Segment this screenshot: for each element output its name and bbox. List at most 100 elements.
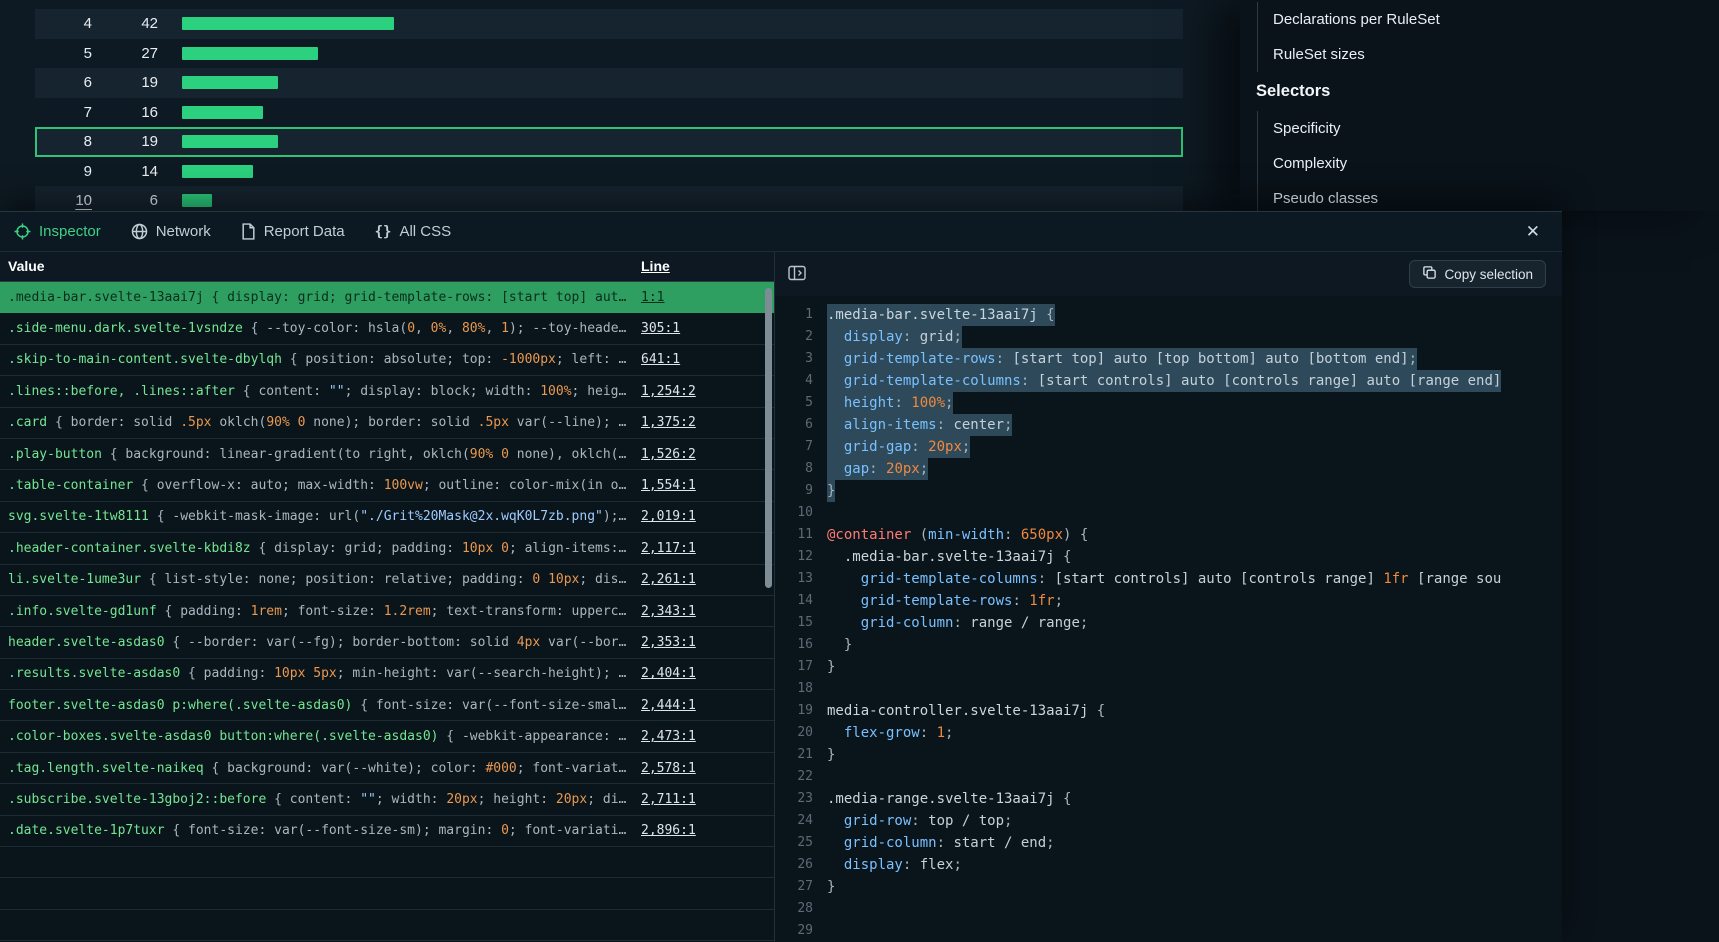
sidebar-item[interactable]: Pseudo classes [1258, 181, 1719, 211]
target-icon [14, 223, 31, 240]
line-link[interactable]: 1,526:2 [641, 447, 696, 462]
ruleset-table-pane: Value Line .media-bar.svelte-13aai7j { d… [0, 252, 775, 942]
line-number: 6 [785, 414, 827, 436]
line-link[interactable]: 641:1 [641, 352, 680, 367]
code-pane[interactable]: Copy selection 1.media-bar.svelte-13aai7… [775, 252, 1562, 942]
toggle-panel-icon[interactable] [788, 265, 806, 281]
tab-label: Report Data [264, 223, 345, 240]
line-link[interactable]: 2,404:1 [641, 666, 696, 681]
ruleset-table-row[interactable]: svg.svelte-1tw8111 { -webkit-mask-image:… [0, 502, 774, 533]
sidebar-item[interactable]: Complexity [1258, 146, 1719, 181]
tab-inspector[interactable]: Inspector [14, 223, 101, 240]
ruleset-table-row[interactable] [0, 910, 774, 941]
line-link[interactable]: 1,554:1 [641, 478, 696, 493]
line-link[interactable]: 1:1 [641, 290, 664, 305]
ruleset-table-row[interactable]: header.svelte-asdas0 { --border: var(--f… [0, 627, 774, 658]
sidebar-item[interactable]: Specificity [1258, 111, 1719, 146]
code-line: 27} [775, 876, 1562, 898]
line-number: 3 [785, 348, 827, 370]
ruleset-table-row[interactable]: .tag.length.svelte-naikeq { background: … [0, 753, 774, 784]
line-number: 12 [785, 546, 827, 568]
table-scrollbar-thumb[interactable] [765, 288, 772, 588]
value-column-header[interactable]: Value [8, 258, 45, 274]
line-link[interactable]: 2,711:1 [641, 792, 696, 807]
copy-label: Copy selection [1444, 267, 1533, 282]
inspector-body: Value Line .media-bar.svelte-13aai7j { d… [0, 252, 1562, 942]
code-text: .media-bar.svelte-13aai7j { [827, 304, 1055, 326]
ruleset-count-label: 19 [92, 133, 158, 150]
line-link[interactable]: 2,578:1 [641, 761, 696, 776]
line-link[interactable]: 2,353:1 [641, 635, 696, 650]
ruleset-value: .play-button { background: linear-gradie… [8, 447, 633, 462]
line-number: 17 [785, 656, 827, 678]
ruleset-table-row[interactable]: .color-boxes.svelte-asdas0 button:where(… [0, 721, 774, 752]
tab-network[interactable]: Network [131, 223, 211, 240]
ruleset-table-row[interactable]: .skip-to-main-content.svelte-dbylqh { po… [0, 345, 774, 376]
line-number: 21 [785, 744, 827, 766]
ruleset-table-row[interactable]: li.svelte-1ume3ur { list-style: none; po… [0, 565, 774, 596]
sidebar-item[interactable]: RuleSet sizes [1258, 37, 1719, 72]
ruleset-table-row[interactable]: .lines::before, .lines::after { content:… [0, 376, 774, 407]
code-line: 11@container (min-width: 650px) { [775, 524, 1562, 546]
line-link[interactable]: 1,375:2 [641, 415, 696, 430]
count-bar [182, 76, 278, 89]
code-text: @container (min-width: 650px) { [827, 524, 1088, 546]
app-root: 442527619716819914106 Declarations per R… [0, 0, 1719, 942]
copy-selection-button[interactable]: Copy selection [1409, 260, 1546, 288]
ruleset-count-label: 6 [92, 192, 158, 209]
ruleset-count-label: 16 [92, 104, 158, 121]
count-bar [182, 106, 263, 119]
tab-report-data[interactable]: Report Data [241, 223, 345, 240]
line-column-header[interactable]: Line [641, 258, 670, 274]
chart-row[interactable]: 106 [35, 186, 1183, 211]
chart-row[interactable]: 819 [35, 127, 1183, 157]
line-link[interactable]: 2,444:1 [641, 698, 696, 713]
bar-track [182, 165, 1183, 178]
ruleset-value: .card { border: solid .5px oklch(90% 0 n… [8, 415, 633, 430]
line-link[interactable]: 2,896:1 [641, 823, 696, 838]
line-link[interactable]: 2,019:1 [641, 509, 696, 524]
line-number: 13 [785, 568, 827, 590]
code-line: 6 align-items: center; [775, 414, 1562, 436]
code-text: gap: 20px; [827, 458, 928, 480]
line-cell: 305:1 [641, 321, 680, 336]
ruleset-table-row[interactable]: .date.svelte-1p7tuxr { font-size: var(--… [0, 816, 774, 847]
sidebar-section-header[interactable]: Selectors [1240, 72, 1719, 111]
ruleset-table-row[interactable]: .play-button { background: linear-gradie… [0, 439, 774, 470]
ruleset-table-row[interactable]: .info.svelte-gd1unf { padding: 1rem; fon… [0, 596, 774, 627]
chart-row[interactable]: 527 [35, 39, 1183, 69]
line-link[interactable]: 305:1 [641, 321, 680, 336]
ruleset-table-row[interactable] [0, 878, 774, 909]
tab-all-css[interactable]: {} All CSS [375, 223, 452, 240]
chart-row[interactable]: 619 [35, 68, 1183, 98]
line-link[interactable]: 2,473:1 [641, 729, 696, 744]
ruleset-table-body: .media-bar.svelte-13aai7j { display: gri… [0, 282, 774, 941]
code-line: 13 grid-template-columns: [start control… [775, 568, 1562, 590]
globe-icon [131, 223, 148, 240]
chart-row[interactable]: 442 [35, 9, 1183, 39]
code-text: grid-column: range / range; [827, 612, 1088, 634]
ruleset-table-row[interactable] [0, 847, 774, 878]
code-line: 23.media-range.svelte-13aai7j { [775, 788, 1562, 810]
ruleset-table-row[interactable]: .subscribe.svelte-13gboj2::before { cont… [0, 784, 774, 815]
code-line: 22 [775, 766, 1562, 788]
ruleset-table-row[interactable]: .results.svelte-asdas0 { padding: 10px 5… [0, 659, 774, 690]
ruleset-table-row[interactable]: .media-bar.svelte-13aai7j { display: gri… [0, 282, 774, 313]
code-line: 5 height: 100%; [775, 392, 1562, 414]
line-link[interactable]: 2,261:1 [641, 572, 696, 587]
line-number: 20 [785, 722, 827, 744]
ruleset-table-row[interactable]: footer.svelte-asdas0 p:where(.svelte-asd… [0, 690, 774, 721]
ruleset-table-row[interactable]: .side-menu.dark.svelte-1vsndze { --toy-c… [0, 313, 774, 344]
ruleset-table-row[interactable]: .card { border: solid .5px oklch(90% 0 n… [0, 408, 774, 439]
sidebar-item[interactable]: Declarations per RuleSet [1258, 2, 1719, 37]
line-link[interactable]: 2,343:1 [641, 604, 696, 619]
close-inspector-button[interactable]: ✕ [1526, 222, 1540, 242]
chart-row[interactable]: 716 [35, 98, 1183, 128]
ruleset-table-row[interactable]: .header-container.svelte-kbdi8z { displa… [0, 533, 774, 564]
line-link[interactable]: 2,117:1 [641, 541, 696, 556]
line-number: 26 [785, 854, 827, 876]
ruleset-table-row[interactable]: .table-container { overflow-x: auto; max… [0, 470, 774, 501]
line-number: 29 [785, 920, 827, 942]
chart-row[interactable]: 914 [35, 157, 1183, 187]
line-link[interactable]: 1,254:2 [641, 384, 696, 399]
